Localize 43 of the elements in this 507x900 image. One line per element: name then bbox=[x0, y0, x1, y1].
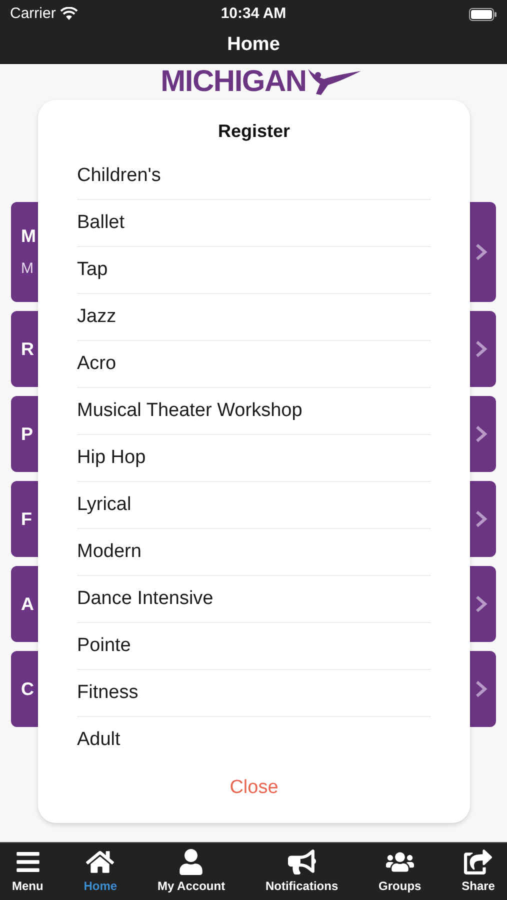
card-title: C bbox=[21, 678, 34, 700]
dialog-option[interactable]: Musical Theater Workshop bbox=[77, 388, 431, 435]
card-title: P bbox=[21, 422, 34, 446]
tab-bar-item[interactable]: Share bbox=[462, 848, 495, 894]
megaphone-icon bbox=[288, 848, 316, 874]
logo-text: MICHIGAN bbox=[160, 67, 306, 97]
tab-bar-item[interactable]: Menu bbox=[12, 848, 44, 894]
dialog-option[interactable]: Dance Intensive bbox=[77, 576, 431, 623]
chevron-icon bbox=[474, 679, 488, 699]
card-title: A bbox=[21, 592, 34, 616]
chevron-icon bbox=[474, 242, 488, 262]
dialog-title: Register bbox=[218, 120, 290, 143]
tab-bar-item[interactable]: My Account bbox=[158, 848, 226, 894]
home-icon bbox=[86, 848, 114, 874]
dialog-option[interactable]: Hip Hop bbox=[77, 435, 431, 482]
tab-bar-item[interactable]: Groups bbox=[378, 848, 422, 894]
share-icon bbox=[464, 848, 492, 874]
dialog-option[interactable]: Tap bbox=[77, 247, 431, 294]
battery-icon bbox=[469, 8, 497, 20]
dialog-option[interactable]: Jazz bbox=[77, 294, 431, 341]
dialog-option[interactable]: Adult bbox=[77, 717, 431, 764]
dialog-option[interactable]: Modern bbox=[77, 529, 431, 576]
chevron-icon bbox=[474, 509, 488, 529]
tab-bar-item[interactable]: Notifications bbox=[265, 848, 338, 894]
status-time: 10:34 AM bbox=[220, 4, 286, 24]
dialog-option[interactable]: Ballet bbox=[77, 200, 431, 247]
chevron-icon bbox=[474, 339, 488, 359]
dialog-option[interactable]: Lyrical bbox=[77, 482, 431, 529]
dialog-option[interactable]: Children's bbox=[77, 153, 431, 200]
card-title: R bbox=[21, 338, 34, 360]
card-title: F bbox=[21, 508, 32, 530]
card-title: M bbox=[21, 225, 36, 248]
screen-title: Home bbox=[227, 33, 280, 58]
dialog-option[interactable]: Pointe bbox=[77, 623, 431, 670]
chevron-icon bbox=[474, 594, 488, 614]
person-icon bbox=[177, 848, 206, 874]
wifi-icon bbox=[60, 7, 78, 21]
dialog-option[interactable]: Acro bbox=[77, 341, 431, 388]
chevron-icon bbox=[474, 424, 488, 444]
dialog-option[interactable]: Fitness bbox=[77, 670, 431, 717]
tab-bar-item[interactable]: Home bbox=[84, 848, 118, 894]
card-subtitle: M bbox=[21, 259, 34, 280]
carrier-name: Carrier bbox=[10, 4, 56, 24]
